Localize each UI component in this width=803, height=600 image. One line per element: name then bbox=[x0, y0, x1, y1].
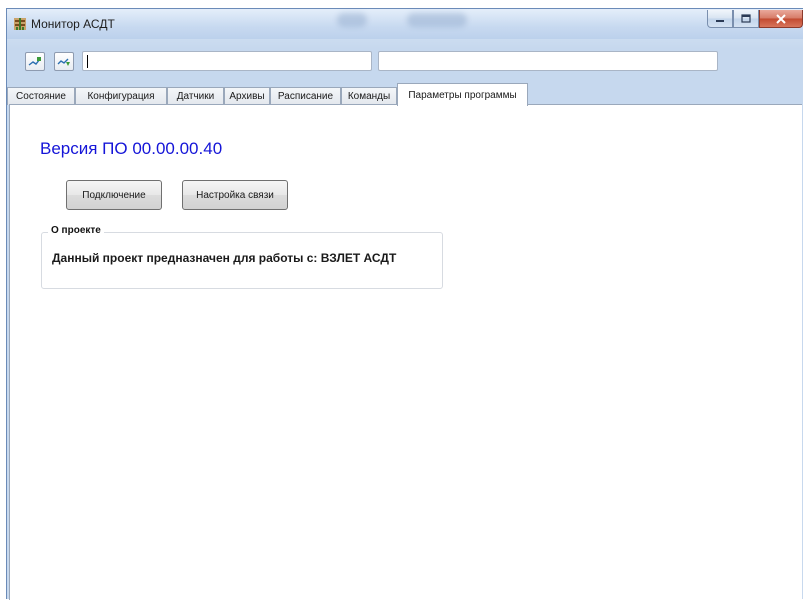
title-bar[interactable]: Монитор АСДТ bbox=[7, 9, 803, 39]
title-blur-decoration bbox=[337, 13, 367, 27]
window-controls bbox=[707, 10, 803, 30]
tab-state[interactable]: Состояние bbox=[7, 87, 75, 105]
text-caret bbox=[87, 55, 88, 68]
tab-program-parameters[interactable]: Параметры программы bbox=[397, 83, 528, 106]
tab-commands[interactable]: Команды bbox=[341, 87, 397, 105]
tab-archives[interactable]: Архивы bbox=[224, 87, 270, 105]
download-chart-button[interactable] bbox=[54, 52, 74, 71]
maximize-icon bbox=[741, 14, 751, 23]
close-icon bbox=[776, 13, 786, 24]
tab-configuration[interactable]: Конфигурация bbox=[75, 87, 167, 105]
download-chart-icon bbox=[57, 58, 70, 66]
tab-sensors[interactable]: Датчики bbox=[167, 87, 224, 105]
tab-content-panel: Версия ПО 00.00.00.40 Подключение Настро… bbox=[9, 104, 802, 600]
tab-schedule[interactable]: Расписание bbox=[270, 87, 341, 105]
title-blur-decoration bbox=[407, 13, 467, 27]
toolbar bbox=[7, 47, 803, 75]
minimize-button[interactable] bbox=[707, 10, 733, 28]
window-title: Монитор АСДТ bbox=[31, 17, 115, 31]
tab-bar: Состояние Конфигурация Датчики Архивы Ра… bbox=[7, 83, 803, 106]
app-tree-icon bbox=[14, 18, 26, 30]
address-input[interactable] bbox=[82, 51, 372, 71]
app-window: Монитор АСДТ Состояние Конфигурация Датч… bbox=[6, 8, 803, 600]
about-project-legend: О проекте bbox=[48, 225, 104, 236]
status-input[interactable] bbox=[378, 51, 718, 71]
connect-chart-icon bbox=[28, 56, 41, 66]
link-settings-button[interactable]: Настройка связи bbox=[182, 180, 288, 210]
close-button[interactable] bbox=[759, 10, 803, 28]
about-project-text: Данный проект предназначен для работы с:… bbox=[52, 251, 397, 265]
software-version: Версия ПО 00.00.00.40 bbox=[40, 139, 223, 158]
maximize-button[interactable] bbox=[733, 10, 759, 28]
about-project-group: О проекте Данный проект предназначен для… bbox=[41, 225, 443, 289]
connect-chart-button[interactable] bbox=[25, 52, 45, 71]
minimize-icon bbox=[716, 19, 724, 22]
connect-button[interactable]: Подключение bbox=[66, 180, 162, 210]
